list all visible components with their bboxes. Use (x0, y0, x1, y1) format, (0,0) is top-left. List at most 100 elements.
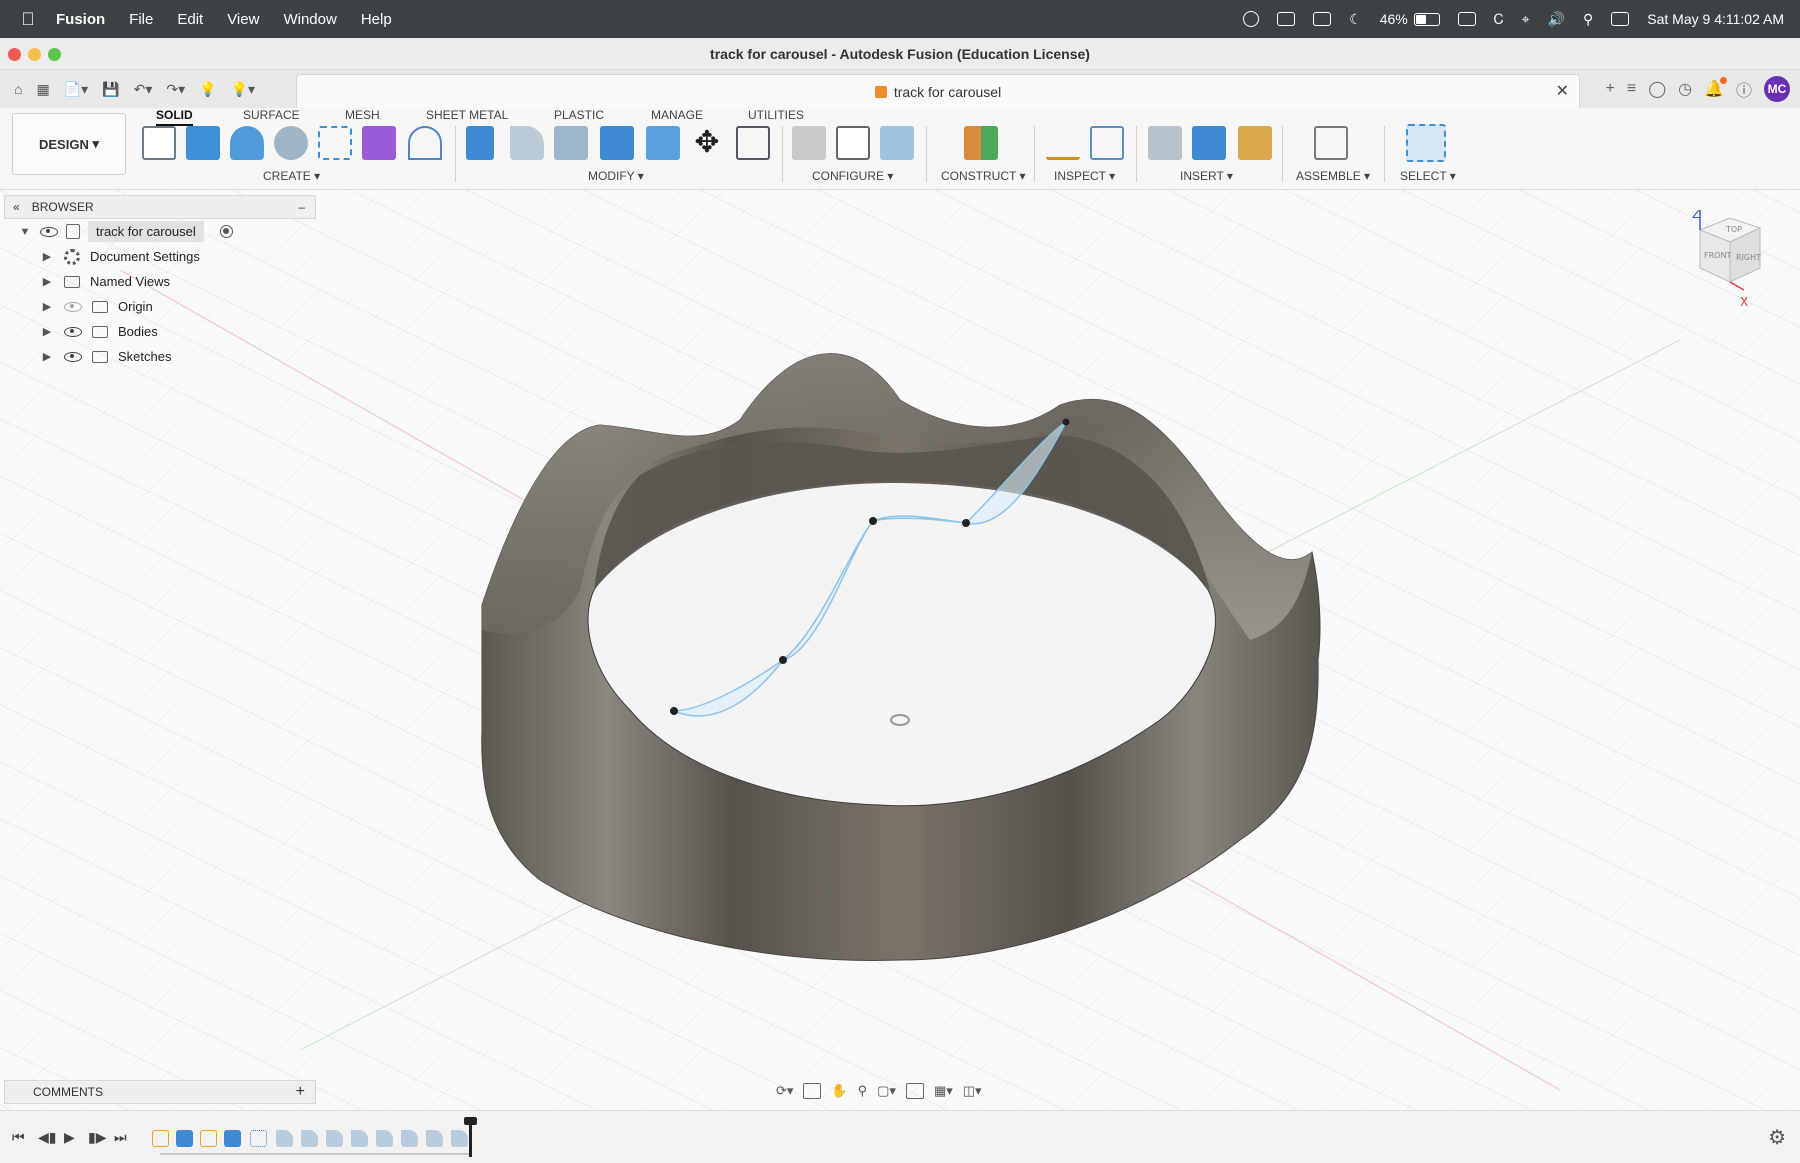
tab-manage[interactable]: MANAGE (651, 108, 703, 122)
assemble-group-label[interactable]: ASSEMBLE ▾ (1296, 169, 1370, 183)
construct-group-label[interactable]: CONSTRUCT ▾ (941, 169, 1025, 183)
battery-status[interactable]: 46% (1380, 11, 1440, 27)
chevron-down-icon[interactable]: ▼ (18, 226, 32, 238)
tree-item-named-views[interactable]: ▶ Named Views (4, 269, 316, 294)
visibility-eye-icon[interactable] (64, 326, 82, 337)
spline-point[interactable] (670, 707, 678, 715)
menu-edit[interactable]: Edit (177, 11, 203, 28)
spline-point[interactable] (1062, 418, 1070, 426)
user-avatar[interactable]: MC (1764, 76, 1790, 102)
combine-icon[interactable] (600, 126, 634, 160)
hidden-eye-icon[interactable] (64, 301, 82, 312)
menu-window[interactable]: Window (283, 11, 336, 28)
shell-icon[interactable] (554, 126, 588, 160)
pattern-icon[interactable] (318, 126, 352, 160)
tree-item-document-settings[interactable]: ▶ Document Settings (4, 244, 316, 269)
bluetooth-icon[interactable]: Ꮯ (1494, 11, 1504, 28)
modify-group-label[interactable]: MODIFY ▾ (588, 169, 644, 183)
file-menu-icon[interactable]: 📄▾ (64, 81, 88, 98)
visibility-eye-icon[interactable] (64, 351, 82, 362)
press-pull-icon[interactable] (466, 126, 494, 160)
derive-icon[interactable] (408, 126, 442, 160)
create-sketch-icon[interactable] (142, 126, 176, 160)
pan-hand-icon[interactable]: ✋ (831, 1083, 847, 1099)
viewports-icon[interactable]: ◫▾ (963, 1083, 982, 1099)
tree-item-sketches[interactable]: ▶ Sketches (4, 344, 316, 369)
section-analysis-icon[interactable] (1090, 126, 1124, 160)
add-comment-icon[interactable]: + (296, 1083, 305, 1101)
fillet-icon[interactable] (510, 126, 544, 160)
viewcube-front[interactable]: FRONT (1704, 251, 1731, 260)
chevron-right-icon[interactable]: ▶ (40, 250, 54, 263)
insert-group-label[interactable]: INSERT ▾ (1180, 169, 1233, 183)
insert-mesh-icon[interactable] (1238, 126, 1272, 160)
document-tab[interactable]: track for carousel ✕ (296, 74, 1580, 108)
tab-mesh[interactable]: MESH (345, 108, 380, 122)
chevron-right-icon[interactable]: ▶ (40, 325, 54, 338)
fit-icon[interactable]: ▢▾ (877, 1083, 896, 1099)
timeline-sketch-icon[interactable] (152, 1130, 169, 1147)
look-at-icon[interactable] (803, 1083, 822, 1099)
comments-panel[interactable]: COMMENTS + (4, 1080, 316, 1104)
insert-canvas-icon[interactable] (1192, 126, 1226, 160)
spline-point[interactable] (779, 656, 787, 664)
control-center-icon[interactable] (1611, 12, 1630, 26)
extensions-icon[interactable]: ≡ (1627, 80, 1636, 98)
create-form-icon[interactable] (362, 126, 396, 160)
undo-icon[interactable]: ↶▾ (134, 81, 153, 98)
step-forward-icon[interactable]: ▮▶ (88, 1129, 106, 1146)
tab-surface[interactable]: SURFACE (243, 108, 300, 122)
timeline-settings-gear-icon[interactable]: ⚙ (1768, 1125, 1786, 1150)
zoom-icon[interactable]: ⚲ (858, 1083, 868, 1099)
tree-item-origin[interactable]: ▶ Origin (4, 294, 316, 319)
orbit-icon[interactable]: ⟳▾ (776, 1083, 793, 1099)
browser-header[interactable]: « BROWSER – (4, 195, 316, 219)
offset-face-icon[interactable] (646, 126, 680, 160)
volume-icon[interactable]: 🔊 (1548, 11, 1565, 28)
configure-body-icon[interactable] (792, 126, 826, 160)
select-group-label[interactable]: SELECT ▾ (1400, 169, 1456, 183)
go-to-end-icon[interactable]: ⏭ (114, 1129, 127, 1146)
data-panel-grid-icon[interactable]: ▦ (36, 81, 49, 98)
menu-file[interactable]: File (129, 11, 153, 28)
close-tab-icon[interactable]: ✕ (1556, 81, 1569, 101)
tab-plastic[interactable]: PLASTIC (554, 108, 604, 122)
configure-group-label[interactable]: CONFIGURE ▾ (812, 169, 893, 183)
select-box-icon[interactable] (1406, 124, 1446, 162)
save-icon[interactable]: 💾 (102, 81, 119, 98)
apple-menu-icon[interactable]:  (0, 9, 56, 30)
menu-view[interactable]: View (227, 11, 259, 28)
timeline-pattern-icon[interactable] (250, 1130, 267, 1147)
collapse-panel-icon[interactable]: « (13, 200, 20, 214)
minimize-panel-icon[interactable]: – (298, 200, 305, 214)
timeline-extrude-icon[interactable] (224, 1130, 241, 1147)
extrude-icon[interactable] (186, 126, 220, 160)
activity-monitor-icon[interactable] (1277, 12, 1296, 26)
view-cube[interactable]: TOP FRONT RIGHT Z X (1688, 207, 1788, 310)
chevron-right-icon[interactable]: ▶ (40, 300, 54, 313)
notes-icon[interactable] (1313, 12, 1332, 26)
viewcube-top[interactable]: TOP (1725, 225, 1742, 234)
timeline-marker[interactable] (464, 1117, 477, 1157)
hole-icon[interactable] (274, 126, 308, 160)
tab-sheet-metal[interactable]: SHEET METAL (426, 108, 508, 122)
move-copy-icon[interactable]: ✥ (690, 126, 724, 160)
play-icon[interactable]: ▶ (64, 1129, 75, 1146)
menu-app-name[interactable]: Fusion (56, 11, 105, 28)
menu-help[interactable]: Help (361, 11, 392, 28)
new-component-icon[interactable] (1314, 126, 1348, 160)
tab-utilities[interactable]: UTILITIES (748, 108, 804, 122)
display-settings-icon[interactable] (905, 1083, 924, 1099)
timeline-extrude-icon[interactable] (176, 1130, 193, 1147)
spline-point[interactable] (962, 519, 970, 527)
tree-item-bodies[interactable]: ▶ Bodies (4, 319, 316, 344)
notifications-bell-icon[interactable]: 🔔 (1704, 77, 1727, 99)
visibility-eye-icon[interactable] (40, 226, 58, 237)
tree-root-label[interactable]: track for carousel (88, 221, 204, 242)
lightbulb-dropdown-icon[interactable]: 💡▾ (231, 81, 255, 98)
physical-material-icon[interactable] (736, 126, 770, 160)
tree-root-row[interactable]: ▼ track for carousel (4, 219, 316, 244)
menu-datetime[interactable]: Sat May 9 4:11:02 AM (1647, 11, 1784, 27)
go-to-start-icon[interactable]: ⏮ (12, 1129, 25, 1146)
display-icon[interactable] (1457, 12, 1476, 26)
